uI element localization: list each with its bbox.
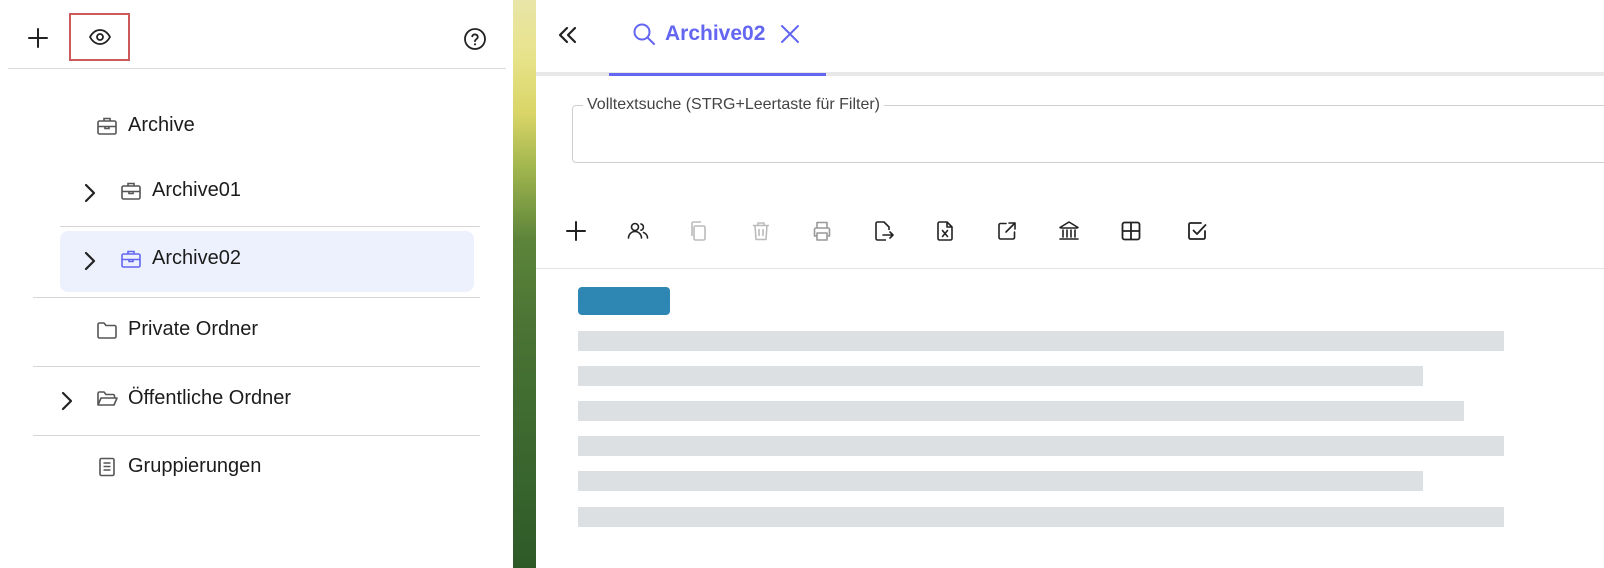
checkbox-icon [1188, 222, 1207, 240]
fulltext-search-field[interactable]: Volltextsuche (STRG+Leertaste für Filter… [572, 96, 1604, 163]
tree-item-archive01[interactable]: Archive01 [120, 179, 241, 202]
tab-label: Archive02 [665, 22, 766, 45]
tree-item-label: Archive [128, 114, 195, 136]
tree-item-label: Private Ordner [128, 318, 259, 340]
skeleton-row [578, 436, 1504, 456]
briefcase-icon [120, 248, 142, 270]
archive-institution-button[interactable] [1054, 216, 1084, 246]
question-circle-icon [464, 28, 486, 50]
divider [33, 366, 480, 367]
grid-icon [1121, 221, 1141, 241]
select-button[interactable] [1182, 216, 1212, 246]
chevron-right-icon [61, 391, 73, 411]
tree-item-oeffentliche-ordner[interactable]: Öffentliche Ordner [96, 387, 291, 410]
divider [33, 297, 480, 298]
folder-open-icon [96, 388, 118, 410]
expand-chevron[interactable] [80, 251, 100, 271]
new-button[interactable] [561, 216, 591, 246]
tree-item-label: Archive01 [152, 179, 241, 201]
skeleton-row [578, 507, 1504, 527]
skeleton-row [578, 401, 1464, 421]
chevron-right-icon [84, 251, 96, 271]
double-chevron-left-icon [558, 26, 577, 44]
trash-icon [753, 222, 769, 241]
tree-item-label: Gruppierungen [128, 455, 262, 477]
tree-item-archive02[interactable]: Archive02 [120, 247, 241, 270]
users-icon [627, 222, 649, 239]
export-button[interactable] [869, 216, 899, 246]
tab-bar: Archive02 [536, 0, 1604, 76]
navigation-toolbar [8, 0, 506, 69]
navigation-panel: Archive Archive01 Archive02 Private Ordn… [0, 0, 513, 568]
loading-chip [578, 287, 670, 315]
users-button[interactable] [623, 216, 653, 246]
print-button[interactable] [807, 216, 837, 246]
tree-item-archive[interactable]: Archive [96, 114, 195, 137]
tree-item-label: Öffentliche Ordner [128, 387, 292, 409]
add-button[interactable] [22, 22, 54, 54]
expand-chevron[interactable] [80, 183, 100, 203]
tree-item-label: Archive02 [152, 247, 241, 269]
chevron-right-icon [84, 183, 96, 203]
close-icon[interactable] [779, 23, 801, 45]
main-panel: Archive02 Volltextsuche (STRG+Leertaste … [536, 0, 1604, 568]
skeleton-row [578, 471, 1423, 491]
active-tab-indicator [609, 73, 826, 76]
excel-icon [937, 221, 953, 241]
external-link-icon [998, 222, 1016, 240]
search-icon [633, 23, 655, 45]
search-field-label: Volltextsuche (STRG+Leertaste für Filter… [583, 96, 884, 114]
skeleton-row [578, 331, 1504, 351]
copy-icon [691, 221, 706, 241]
tab-archive02[interactable]: Archive02 [609, 0, 826, 76]
briefcase-icon [96, 115, 118, 137]
open-external-button[interactable] [992, 216, 1022, 246]
toggle-visibility-button[interactable] [69, 13, 130, 61]
copy-button[interactable] [684, 216, 714, 246]
excel-export-button[interactable] [930, 216, 960, 246]
collapse-panel-button[interactable] [552, 20, 582, 50]
folder-icon [96, 319, 118, 341]
tree-item-private-ordner[interactable]: Private Ordner [96, 318, 258, 341]
grid-view-button[interactable] [1116, 216, 1146, 246]
expand-chevron[interactable] [57, 391, 77, 411]
briefcase-icon [120, 180, 142, 202]
print-icon [813, 221, 831, 241]
tree-item-gruppierungen[interactable]: Gruppierungen [96, 455, 261, 478]
skeleton-row [578, 366, 1423, 386]
bank-icon [1059, 221, 1079, 240]
document-list-icon [96, 456, 118, 478]
plus-icon [566, 221, 586, 241]
plus-icon [28, 28, 48, 48]
eye-icon [88, 29, 111, 45]
divider [60, 226, 480, 227]
divider [33, 435, 480, 436]
export-icon [875, 221, 894, 241]
delete-button[interactable] [746, 216, 776, 246]
action-toolbar [536, 200, 1604, 269]
help-button[interactable] [458, 22, 492, 56]
background-image-strip [513, 0, 536, 568]
